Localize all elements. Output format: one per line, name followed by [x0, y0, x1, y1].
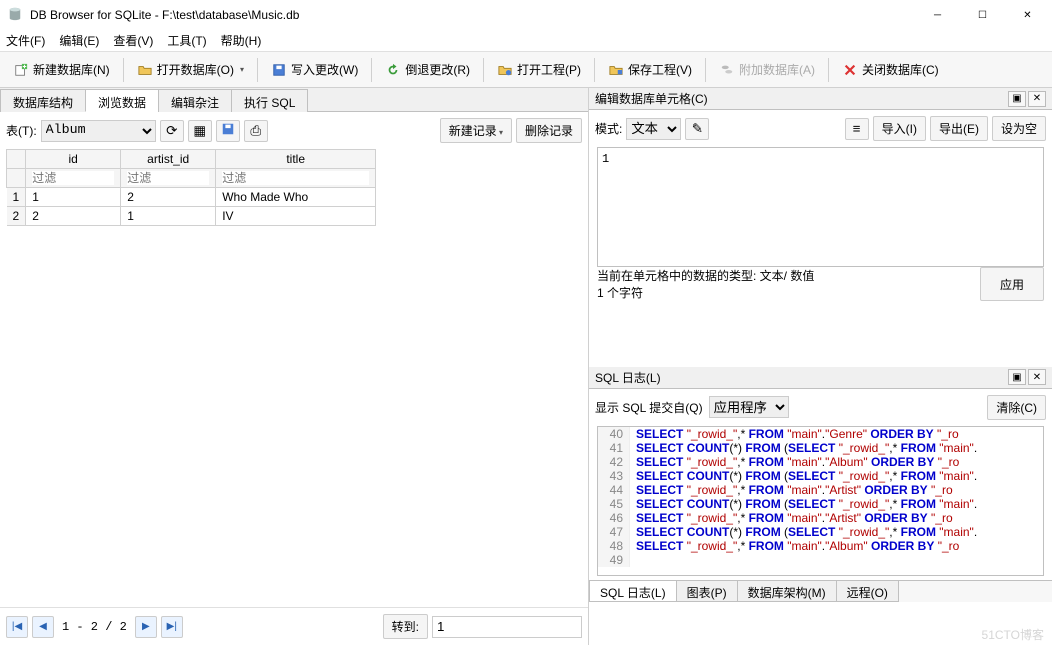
undock-log-icon[interactable]: ▣ — [1008, 369, 1026, 385]
main-tabs: 数据库结构 浏览数据 编辑杂注 执行 SQL — [0, 88, 588, 112]
browse-bar: 表(T): Album ⟳ ▦ ⎙ 新建记录 删除记录 — [0, 112, 588, 149]
refresh-icon: ⟳ — [166, 123, 177, 139]
goto-input[interactable] — [432, 616, 582, 638]
app-icon — [8, 7, 24, 23]
table-row[interactable]: 221IV — [7, 207, 376, 226]
bottom-tab-schema[interactable]: 数据库架构(M) — [737, 581, 837, 602]
toolbar: 新建数据库(N) 打开数据库(O) 写入更改(W) 倒退更改(R) 打开工程(P… — [0, 52, 1052, 88]
disk-icon — [221, 122, 235, 139]
save-icon — [271, 62, 287, 78]
close-log-icon[interactable]: ✕ — [1028, 369, 1046, 385]
menubar: 文件(F) 编辑(E) 查看(V) 工具(T) 帮助(H) — [0, 30, 1052, 52]
format-icon: ✎ — [692, 121, 703, 137]
table-label: 表(T): — [6, 122, 37, 139]
mode-label: 模式: — [595, 120, 622, 137]
tab-structure[interactable]: 数据库结构 — [0, 89, 86, 112]
close-window-button[interactable]: ✕ — [1005, 1, 1050, 29]
attach-icon — [719, 62, 735, 78]
maximize-button[interactable]: ☐ — [960, 1, 1005, 29]
cell-editor-header: 编辑数据库单元格(C) ▣ ✕ — [589, 88, 1052, 110]
revert-icon — [385, 62, 401, 78]
minimize-button[interactable]: ─ — [915, 1, 960, 29]
sql-log: 显示 SQL 提交自(Q) 应用程序 清除(C) 40SELECT "_rowi… — [589, 389, 1052, 645]
mode-select[interactable]: 文本 — [626, 118, 681, 140]
close-db-button[interactable]: 关闭数据库(C) — [835, 57, 946, 82]
nav-last[interactable]: ▶| — [161, 616, 183, 638]
sql-log-header: SQL 日志(L) ▣ ✕ — [589, 367, 1052, 389]
data-table-wrap[interactable]: id artist_id title 112Who Made Who221IV — [0, 149, 588, 607]
cell-size-info: 1 个字符 — [597, 284, 980, 301]
bottom-tabs: SQL 日志(L) 图表(P) 数据库架构(M) 远程(O) — [589, 580, 1052, 602]
bottom-tab-remote[interactable]: 远程(O) — [836, 581, 899, 602]
import-button[interactable]: 导入(I) — [873, 116, 926, 141]
goto-button[interactable]: 转到: — [383, 614, 428, 639]
align-icon: ≡ — [853, 121, 861, 136]
new-db-icon — [13, 62, 29, 78]
menu-edit[interactable]: 编辑(E) — [59, 32, 99, 49]
left-pane: 数据库结构 浏览数据 编辑杂注 执行 SQL 表(T): Album ⟳ ▦ ⎙… — [0, 88, 588, 645]
project-open-icon — [497, 62, 513, 78]
revert-changes-button[interactable]: 倒退更改(R) — [378, 57, 477, 82]
window-title: DB Browser for SQLite - F:\test\database… — [30, 8, 915, 22]
new-db-button[interactable]: 新建数据库(N) — [6, 57, 117, 82]
export-button[interactable]: 导出(E) — [930, 116, 988, 141]
table-row[interactable]: 112Who Made Who — [7, 188, 376, 207]
apply-button[interactable]: 应用 — [980, 267, 1044, 301]
menu-help[interactable]: 帮助(H) — [221, 32, 262, 49]
table-select[interactable]: Album — [41, 120, 156, 142]
nav-next[interactable]: ▶ — [135, 616, 157, 638]
bottom-tab-log[interactable]: SQL 日志(L) — [589, 581, 677, 602]
menu-tools[interactable]: 工具(T) — [167, 32, 206, 49]
right-pane: 编辑数据库单元格(C) ▣ ✕ 模式: 文本 ✎ ≡ 导入(I) 导出(E) 设… — [588, 88, 1052, 645]
rownum-header — [7, 150, 26, 169]
new-record-button[interactable]: 新建记录 — [440, 118, 512, 143]
cell-content[interactable]: 1 — [597, 147, 1044, 267]
cell-type-info: 当前在单元格中的数据的类型: 文本/ 数值 — [597, 267, 980, 284]
nav-bar: |◀ ◀ 1 - 2 / 2 ▶ ▶| 转到: — [0, 607, 588, 645]
nav-status: 1 - 2 / 2 — [62, 620, 127, 634]
attach-db-button[interactable]: 附加数据库(A) — [712, 57, 822, 82]
col-title[interactable]: title — [216, 150, 376, 169]
filter-artist[interactable] — [127, 171, 209, 185]
write-changes-button[interactable]: 写入更改(W) — [264, 57, 365, 82]
print-button[interactable]: ⎙ — [244, 120, 268, 142]
col-id[interactable]: id — [26, 150, 121, 169]
menu-view[interactable]: 查看(V) — [113, 32, 153, 49]
save-table-button[interactable] — [216, 120, 240, 142]
panel-close-icon[interactable]: ✕ — [1028, 91, 1046, 107]
nav-first[interactable]: |◀ — [6, 616, 28, 638]
titlebar: DB Browser for SQLite - F:\test\database… — [0, 0, 1052, 30]
filter-title[interactable] — [222, 171, 369, 185]
show-sql-label: 显示 SQL 提交自(Q) — [595, 399, 703, 416]
col-artist-id[interactable]: artist_id — [121, 150, 216, 169]
folder-open-icon — [137, 62, 153, 78]
tab-edit[interactable]: 编辑杂注 — [158, 89, 232, 112]
format-button[interactable]: ✎ — [685, 118, 709, 140]
sql-source-select[interactable]: 应用程序 — [709, 396, 789, 418]
align-button[interactable]: ≡ — [845, 118, 869, 140]
tab-sql[interactable]: 执行 SQL — [231, 89, 308, 112]
open-db-button[interactable]: 打开数据库(O) — [130, 57, 251, 82]
save-project-button[interactable]: 保存工程(V) — [601, 57, 699, 82]
close-icon — [842, 62, 858, 78]
refresh-button[interactable]: ⟳ — [160, 120, 184, 142]
set-null-button[interactable]: 设为空 — [992, 116, 1046, 141]
open-project-button[interactable]: 打开工程(P) — [490, 57, 588, 82]
cell-editor: 模式: 文本 ✎ ≡ 导入(I) 导出(E) 设为空 1 当前在单元格中的数据的… — [589, 110, 1052, 367]
sql-text-area[interactable]: 40SELECT "_rowid_",* FROM "main"."Genre"… — [597, 426, 1044, 576]
data-table: id artist_id title 112Who Made Who221IV — [6, 149, 376, 226]
nav-prev[interactable]: ◀ — [32, 616, 54, 638]
menu-file[interactable]: 文件(F) — [6, 32, 45, 49]
print-icon: ⎙ — [250, 123, 261, 139]
undock-icon[interactable]: ▣ — [1008, 91, 1026, 107]
clear-log-button[interactable]: 清除(C) — [987, 395, 1046, 420]
filter-icon: ▦ — [193, 123, 206, 139]
filter-id[interactable] — [32, 171, 114, 185]
bottom-tab-chart[interactable]: 图表(P) — [676, 581, 738, 602]
project-save-icon — [608, 62, 624, 78]
tab-browse[interactable]: 浏览数据 — [85, 89, 159, 112]
delete-record-button[interactable]: 删除记录 — [516, 118, 582, 143]
clear-filter-button[interactable]: ▦ — [188, 120, 212, 142]
